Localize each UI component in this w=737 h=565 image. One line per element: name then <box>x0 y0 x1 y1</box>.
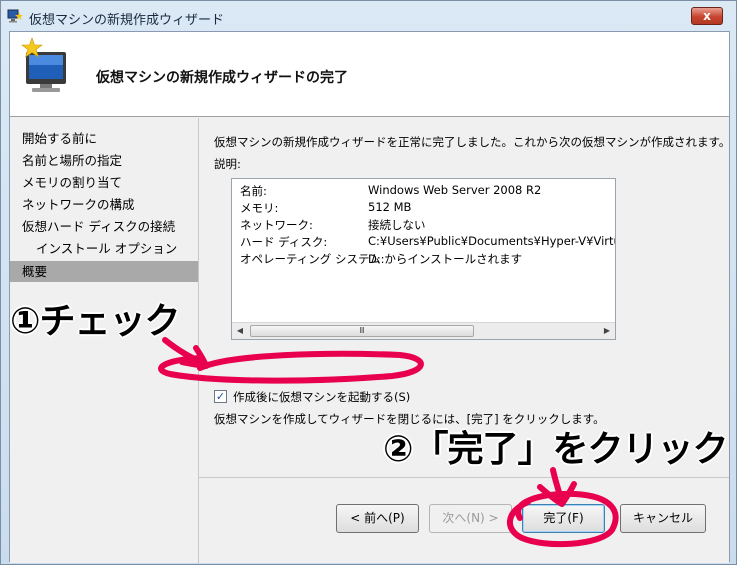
completion-message: 仮想マシンの新規作成ウィザードを正常に完了しました。これから次の仮想マシンが作成… <box>214 135 731 149</box>
cancel-button[interactable]: キャンセル <box>620 504 706 533</box>
wizard-header: 仮想マシンの新規作成ウィザードの完了 <box>10 32 729 117</box>
summary-value: C:¥Users¥Public¥Documents¥Hyper-V¥Virtua… <box>368 234 616 248</box>
wizard-window: 仮想マシンの新規作成ウィザード x 仮想マシンの新規作成ウィザードの完了 開始す… <box>0 0 737 565</box>
summary-value: 512 MB <box>368 200 412 214</box>
scroll-right-arrow-icon[interactable]: ▶ <box>600 325 614 337</box>
summary-value: Windows Web Server 2008 R2 <box>368 183 542 197</box>
hyper-v-app-icon <box>7 9 23 23</box>
scroll-left-arrow-icon[interactable]: ◀ <box>233 325 247 337</box>
close-button[interactable]: x <box>691 7 723 25</box>
finish-button[interactable]: 完了(F) <box>522 504 605 533</box>
description-label: 説明: <box>214 157 241 171</box>
window-title: 仮想マシンの新規作成ウィザード <box>29 13 225 28</box>
step1-annotation: ①チェック <box>10 301 180 342</box>
nav-item-network[interactable]: ネットワークの構成 <box>10 194 198 215</box>
summary-key: 名前: <box>240 184 267 198</box>
horizontal-scrollbar[interactable]: ◀ Ⅲ ▶ <box>232 322 615 339</box>
summary-key: ハード ディスク: <box>240 235 328 249</box>
step2-annotation: ②「完了」をクリック <box>383 429 728 470</box>
previous-button[interactable]: < 前へ(P) <box>336 504 419 533</box>
button-bar-divider <box>199 477 729 478</box>
new-vm-wizard-icon <box>16 36 76 96</box>
nav-item-virtual-hard-disk[interactable]: 仮想ハード ディスクの接続 <box>10 216 198 237</box>
nav-item-before-you-begin[interactable]: 開始する前に <box>10 128 198 149</box>
summary-panel: 仮想マシンの新規作成ウィザードを正常に完了しました。これから次の仮想マシンが作成… <box>199 118 731 563</box>
nav-item-name-location[interactable]: 名前と場所の指定 <box>10 150 198 171</box>
summary-value: 接続しない <box>368 218 426 232</box>
scroll-thumb[interactable]: Ⅲ <box>250 325 474 337</box>
page-title: 仮想マシンの新規作成ウィザードの完了 <box>96 70 348 86</box>
start-vm-checkbox[interactable]: ✓ <box>214 390 227 403</box>
summary-list[interactable]: 名前: Windows Web Server 2008 R2 メモリ: 512 … <box>231 178 616 340</box>
nav-item-memory[interactable]: メモリの割り当て <box>10 172 198 193</box>
summary-key: オペレーティング システム: <box>240 252 385 266</box>
title-bar[interactable]: 仮想マシンの新規作成ウィザード x <box>1 1 737 31</box>
nav-item-installation-options[interactable]: インストール オプション <box>10 238 198 259</box>
next-button[interactable]: 次へ(N) > <box>429 504 512 533</box>
summary-key: ネットワーク: <box>240 218 313 232</box>
nav-item-summary[interactable]: 概要 <box>10 261 198 282</box>
summary-value: D: からインストールされます <box>368 252 523 266</box>
summary-key: メモリ: <box>240 201 279 215</box>
start-vm-checkbox-label[interactable]: 作成後に仮想マシンを起動する(S) <box>233 389 410 405</box>
